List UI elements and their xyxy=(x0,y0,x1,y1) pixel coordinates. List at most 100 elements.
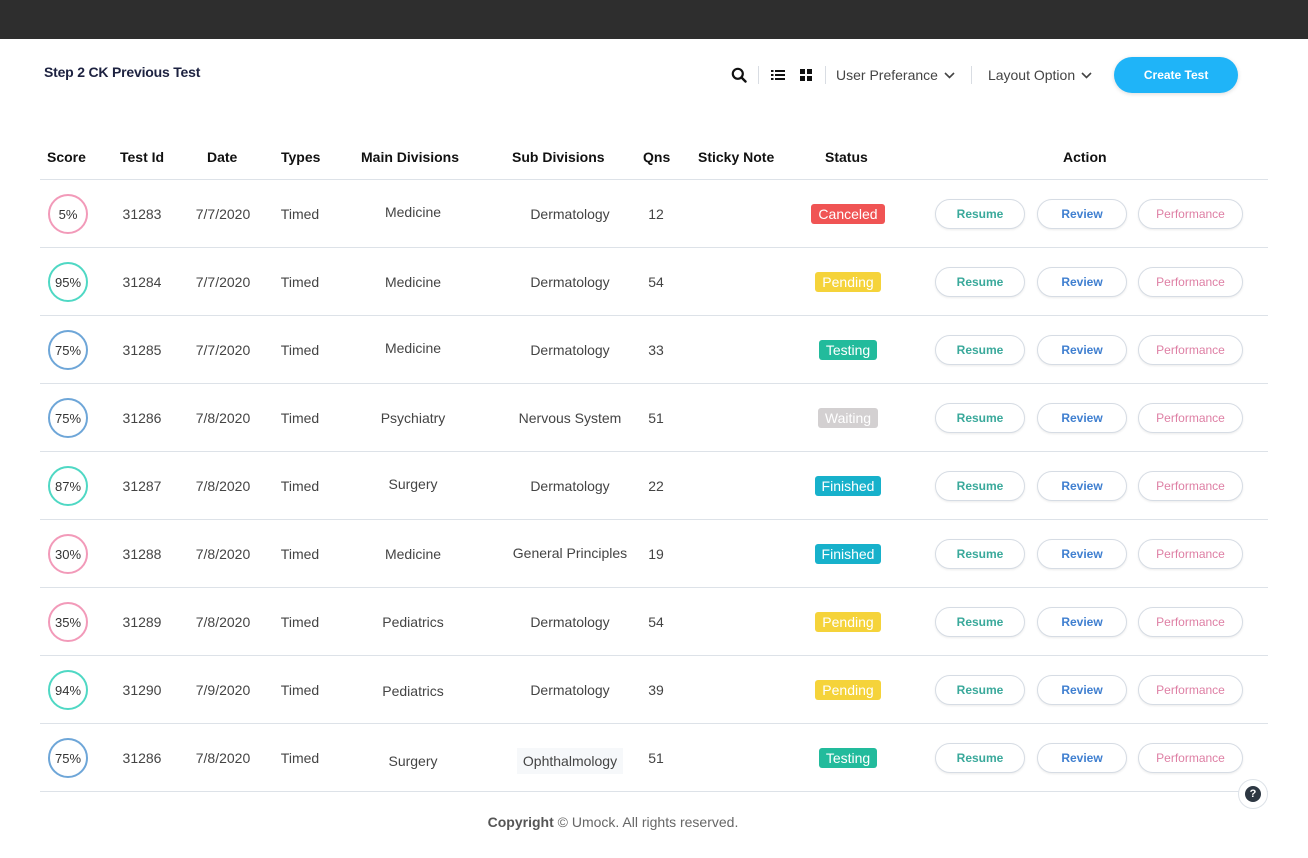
score-circle: 75% xyxy=(48,738,88,778)
table-row[interactable]: 75% 31286 7/8/2020 Timed Surgery Ophthalmolog… xyxy=(40,724,1268,792)
test-id-text: 31288 xyxy=(122,546,162,562)
cell-status: Testing xyxy=(800,724,896,792)
sub-division-text: Dermatology xyxy=(530,478,610,494)
resume-button[interactable]: Resume xyxy=(935,403,1025,433)
search-icon[interactable] xyxy=(728,64,750,86)
cell-score: 75% xyxy=(40,384,96,452)
review-button[interactable]: Review xyxy=(1037,743,1127,773)
score-circle: 5% xyxy=(48,194,88,234)
date-text: 7/8/2020 xyxy=(195,750,251,766)
resume-button[interactable]: Resume xyxy=(935,539,1025,569)
user-preference-dropdown[interactable]: User Preferance xyxy=(834,67,957,83)
resume-button[interactable]: Resume xyxy=(935,607,1025,637)
performance-button[interactable]: Performance xyxy=(1138,403,1243,433)
date-text: 7/7/2020 xyxy=(195,274,251,290)
resume-button[interactable]: Resume xyxy=(935,675,1025,705)
chevron-down-icon xyxy=(944,71,955,79)
col-test-id[interactable]: Test Id xyxy=(120,149,164,165)
performance-button[interactable]: Performance xyxy=(1138,335,1243,365)
col-score[interactable]: Score xyxy=(47,149,86,165)
performance-button[interactable]: Performance xyxy=(1138,267,1243,297)
col-qns[interactable]: Qns xyxy=(643,149,670,165)
cell-sub-division: Dermatology xyxy=(500,656,640,724)
col-types[interactable]: Types xyxy=(281,149,320,165)
user-preference-label: User Preferance xyxy=(836,67,938,83)
toolbar-divider xyxy=(758,66,759,84)
status-badge: Testing xyxy=(818,340,878,360)
type-text: Timed xyxy=(280,410,320,426)
resume-button[interactable]: Resume xyxy=(935,267,1025,297)
qns-text: 19 xyxy=(648,546,664,562)
sub-division-text: Dermatology xyxy=(530,682,610,698)
qns-text: 12 xyxy=(648,206,664,222)
col-sticky-note[interactable]: Sticky Note xyxy=(698,149,774,165)
col-date[interactable]: Date xyxy=(207,149,237,165)
performance-button[interactable]: Performance xyxy=(1138,743,1243,773)
review-button[interactable]: Review xyxy=(1037,607,1127,637)
review-button[interactable]: Review xyxy=(1037,403,1127,433)
resume-button[interactable]: Resume xyxy=(935,743,1025,773)
col-status[interactable]: Status xyxy=(825,149,868,165)
review-button[interactable]: Review xyxy=(1037,267,1127,297)
performance-button[interactable]: Performance xyxy=(1138,675,1243,705)
cell-date: 7/8/2020 xyxy=(188,384,258,452)
test-id-text: 31289 xyxy=(122,614,162,630)
table-row[interactable]: 5% 31283 7/7/2020 Timed Medicine Dermatology 1… xyxy=(40,180,1268,248)
cell-date: 7/8/2020 xyxy=(188,452,258,520)
performance-button[interactable]: Performance xyxy=(1138,539,1243,569)
cell-type: Timed xyxy=(272,248,328,316)
create-test-button[interactable]: Create Test xyxy=(1114,57,1239,93)
resume-button[interactable]: Resume xyxy=(935,335,1025,365)
cell-qns: 19 xyxy=(640,520,672,588)
cell-qns: 54 xyxy=(640,248,672,316)
performance-button[interactable]: Performance xyxy=(1138,607,1243,637)
table-row[interactable]: 75% 31285 7/7/2020 Timed Medicine Dermatology… xyxy=(40,316,1268,384)
cell-test-id: 31287 xyxy=(112,452,172,520)
cell-type: Timed xyxy=(272,520,328,588)
performance-button[interactable]: Performance xyxy=(1138,471,1243,501)
qns-text: 54 xyxy=(648,274,664,290)
score-circle: 87% xyxy=(48,466,88,506)
review-button[interactable]: Review xyxy=(1037,471,1127,501)
performance-button[interactable]: Performance xyxy=(1138,199,1243,229)
toolbar-divider xyxy=(970,66,972,84)
table-row[interactable]: 30% 31288 7/8/2020 Timed Medicine General Pri… xyxy=(40,520,1268,588)
date-text: 7/7/2020 xyxy=(195,206,251,222)
resume-button[interactable]: Resume xyxy=(935,199,1025,229)
toolbar-divider xyxy=(825,66,826,84)
review-button[interactable]: Review xyxy=(1037,675,1127,705)
review-button[interactable]: Review xyxy=(1037,539,1127,569)
table-body: 5% 31283 7/7/2020 Timed Medicine Dermatology 1… xyxy=(40,180,1268,792)
cell-test-id: 31285 xyxy=(112,316,172,384)
cell-sub-division: Dermatology xyxy=(500,248,640,316)
cell-type: Timed xyxy=(272,180,328,248)
review-button[interactable]: Review xyxy=(1037,335,1127,365)
table-row[interactable]: 35% 31289 7/8/2020 Timed Pediatrics Dermatolo… xyxy=(40,588,1268,656)
cell-main-division: Medicine xyxy=(358,248,468,316)
layout-option-dropdown[interactable]: Layout Option xyxy=(986,67,1094,83)
list-view-icon[interactable] xyxy=(767,64,789,86)
review-button[interactable]: Review xyxy=(1037,199,1127,229)
col-main-divisions[interactable]: Main Divisions xyxy=(361,149,459,165)
table-row[interactable]: 94% 31290 7/9/2020 Timed Pediatrics Dermatolo… xyxy=(40,656,1268,724)
table-row[interactable]: 95% 31284 7/7/2020 Timed Medicine Dermatology… xyxy=(40,248,1268,316)
col-sub-divisions[interactable]: Sub Divisions xyxy=(512,149,605,165)
main-division-text: Surgery xyxy=(388,476,438,492)
resume-button[interactable]: Resume xyxy=(935,471,1025,501)
cell-main-division: Medicine xyxy=(358,520,468,588)
cell-date: 7/8/2020 xyxy=(188,724,258,792)
cell-score: 75% xyxy=(40,316,96,384)
score-circle: 35% xyxy=(48,602,88,642)
cell-qns: 39 xyxy=(640,656,672,724)
table-row[interactable]: 87% 31287 7/8/2020 Timed Surgery Dermatology 2… xyxy=(40,452,1268,520)
toolbar: User Preferance Layout Option Create Tes… xyxy=(728,55,1239,95)
cell-main-division: Medicine xyxy=(358,316,468,384)
table-row[interactable]: 75% 31286 7/8/2020 Timed Psychiatry Nervous S… xyxy=(40,384,1268,452)
cell-status: Finished xyxy=(800,520,896,588)
grid-view-icon[interactable] xyxy=(795,64,817,86)
cell-sticky-note xyxy=(690,520,800,588)
help-button[interactable]: ? xyxy=(1238,779,1268,809)
main-division-text: Pediatrics xyxy=(382,614,444,630)
status-badge: Waiting xyxy=(817,408,879,428)
status-badge: Pending xyxy=(815,680,881,700)
